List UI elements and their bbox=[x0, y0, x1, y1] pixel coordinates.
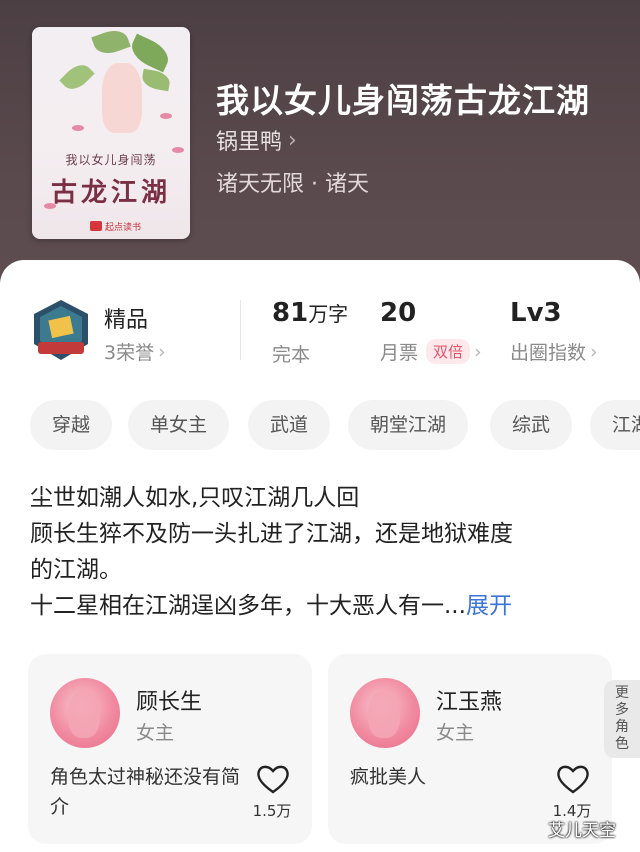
role-description: 角色太过神秘还没有简介 bbox=[50, 766, 241, 818]
chevron-right-icon: › bbox=[590, 340, 598, 363]
tag-chip[interactable]: 综武 bbox=[490, 400, 573, 450]
synopsis-line: 尘世如潮人如水,只叹江湖几人回 bbox=[30, 485, 360, 511]
cover-petal bbox=[72, 125, 84, 131]
popularity-level: Lv3 bbox=[510, 298, 562, 328]
cover-title: 古龙江湖 bbox=[50, 178, 171, 208]
book-synopsis[interactable]: 尘世如潮人如水,只叹江湖几人回 顾长生猝不及防一头扎进了江湖，还是地狱难度 的江… bbox=[30, 480, 610, 624]
synopsis-line: 的江湖。 bbox=[30, 557, 122, 583]
monthly-ticket-link[interactable]: 月票 双倍 › bbox=[380, 338, 482, 365]
book-cover[interactable]: 我以女儿身闯荡 古龙江湖 起点读书 bbox=[32, 27, 190, 239]
popularity-index-link[interactable]: 出圈指数 › bbox=[510, 338, 598, 365]
word-count-unit: 万字 bbox=[308, 302, 349, 326]
tag-chip[interactable]: 武道 bbox=[248, 400, 331, 450]
heart-icon[interactable] bbox=[556, 764, 590, 794]
stats-divider bbox=[240, 300, 241, 360]
cover-leaf bbox=[91, 27, 131, 59]
avatar bbox=[50, 678, 120, 748]
word-count-number: 81 bbox=[272, 298, 309, 328]
watermark: 艾儿天空 bbox=[548, 821, 616, 841]
quality-medal-icon bbox=[34, 300, 88, 360]
honor-link[interactable]: 3荣誉 › bbox=[104, 338, 166, 365]
cover-petal bbox=[160, 113, 172, 119]
chevron-right-icon: › bbox=[474, 340, 482, 363]
popularity-index-label: 出圈指数 bbox=[510, 342, 587, 364]
chevron-right-icon: › bbox=[288, 127, 297, 153]
role-type: 女主 bbox=[136, 722, 175, 744]
honor-count: 3荣誉 bbox=[104, 342, 155, 364]
silhouette-icon bbox=[368, 690, 400, 738]
cover-publisher: 起点读书 bbox=[86, 219, 145, 233]
avatar bbox=[350, 678, 420, 748]
cover-leaf bbox=[140, 68, 172, 92]
cover-subtitle: 我以女儿身闯荡 bbox=[65, 153, 157, 167]
cover-leaf bbox=[59, 59, 95, 95]
synopsis-line: 十二星相在江湖逞凶多年，十大恶人有一... bbox=[30, 593, 466, 619]
tag-chip[interactable]: 单女主 bbox=[128, 400, 230, 450]
book-genre: 诸天无限 · 诸天 bbox=[216, 172, 369, 197]
double-badge: 双倍 bbox=[426, 339, 471, 364]
tag-chip[interactable]: 江湖 bbox=[590, 400, 640, 450]
role-card[interactable]: 顾长生 女主 角色太过神秘还没有简介 1.5万 bbox=[28, 654, 312, 844]
expand-button[interactable]: 展开 bbox=[466, 593, 512, 619]
author-link[interactable]: 锅里鸭 › bbox=[216, 124, 297, 156]
tag-chip[interactable]: 朝堂江湖 bbox=[348, 400, 469, 450]
monthly-ticket-count: 20 bbox=[380, 298, 417, 328]
silhouette-icon bbox=[68, 690, 100, 738]
chevron-right-icon: › bbox=[158, 340, 166, 363]
publisher-name: 起点读书 bbox=[105, 222, 142, 233]
monthly-ticket-label: 月票 bbox=[380, 342, 419, 364]
heart-icon[interactable] bbox=[256, 764, 290, 794]
book-title: 我以女儿身闯荡古龙江湖 bbox=[216, 81, 590, 120]
role-name: 顾长生 bbox=[136, 690, 203, 715]
synopsis-last-line: 十二星相在江湖逞凶多年，十大恶人有一...展开 bbox=[30, 588, 610, 624]
publisher-logo-icon bbox=[90, 221, 102, 231]
synopsis-line: 顾长生猝不及防一头扎进了江湖，还是地狱难度 bbox=[30, 521, 513, 547]
tag-chip[interactable]: 穿越 bbox=[30, 400, 113, 450]
word-count: 81万字 bbox=[272, 298, 348, 328]
cover-figure bbox=[102, 63, 142, 133]
book-status: 完本 bbox=[272, 344, 311, 366]
role-name: 江玉燕 bbox=[436, 690, 503, 715]
quality-label: 精品 bbox=[104, 308, 149, 333]
role-description: 疯批美人 bbox=[350, 766, 427, 788]
like-count: 1.5万 bbox=[252, 802, 292, 820]
author-name: 锅里鸭 bbox=[216, 130, 283, 155]
role-type: 女主 bbox=[436, 722, 475, 744]
more-roles-button[interactable]: 更多角色 bbox=[604, 680, 640, 758]
tag-list: 穿越 单女主 武道 朝堂江湖 综武 江湖 bbox=[30, 400, 640, 450]
